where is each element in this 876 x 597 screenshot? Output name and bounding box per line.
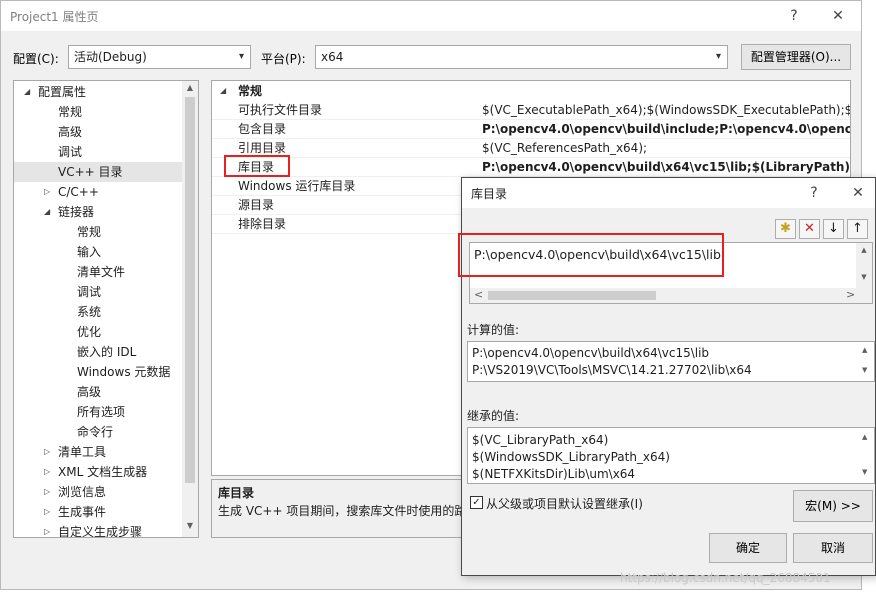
- tree-item[interactable]: ◢ 配置属性: [14, 82, 182, 102]
- collapse-icon[interactable]: ◢: [24, 82, 30, 102]
- expand-icon[interactable]: ▷: [44, 462, 50, 482]
- tree-item[interactable]: 命令行: [14, 422, 182, 442]
- scroll-up-icon[interactable]: ▲: [856, 246, 872, 254]
- dialog-title-bar[interactable]: 库目录 ? ✕: [462, 178, 875, 208]
- computed-value: P:\opencv4.0\opencv\build\x64\vc15\lib: [472, 346, 710, 360]
- help-icon[interactable]: ?: [799, 182, 829, 204]
- computed-label: 计算的值:: [467, 323, 520, 337]
- expand-icon[interactable]: ▷: [44, 482, 50, 502]
- scroll-down-icon[interactable]: ▼: [182, 521, 198, 530]
- scroll-up-icon[interactable]: ▲: [862, 433, 867, 441]
- tree-item[interactable]: ▷ C/C++: [14, 182, 182, 202]
- scroll-down-icon[interactable]: ▼: [856, 273, 872, 281]
- tree-item[interactable]: ▷ 清单工具: [14, 442, 182, 462]
- inherited-label: 继承的值:: [467, 409, 520, 423]
- description-title: 库目录: [218, 486, 255, 500]
- config-combo[interactable]: 活动(Debug) ▾: [68, 45, 251, 69]
- scroll-right-icon[interactable]: >: [846, 288, 855, 301]
- expand-icon[interactable]: ▷: [44, 442, 50, 462]
- arrow-down-icon[interactable]: ↓: [823, 219, 844, 239]
- platform-label: 平台(P):: [261, 52, 306, 66]
- dialog-title: 库目录: [471, 187, 508, 201]
- tree-item-vc-directories[interactable]: VC++ 目录: [14, 162, 182, 182]
- property-row[interactable]: 引用目录 $(VC_ReferencesPath_x64);: [212, 139, 850, 158]
- tree-item[interactable]: 所有选项: [14, 402, 182, 422]
- collapse-icon[interactable]: ◢: [44, 202, 50, 222]
- tree-item[interactable]: 系统: [14, 302, 182, 322]
- expand-icon[interactable]: ▷: [44, 182, 50, 202]
- tree-item[interactable]: 高级: [14, 122, 182, 142]
- vertical-scrollbar[interactable]: ▲ ▼: [856, 243, 872, 288]
- tree-scrollbar[interactable]: ▲ ▼: [182, 81, 198, 537]
- config-manager-button[interactable]: 配置管理器(O)...: [741, 44, 851, 70]
- inherit-checkbox-label[interactable]: 从父级或项目默认设置继承(I): [486, 495, 643, 512]
- ok-button[interactable]: 确定: [709, 533, 787, 563]
- property-tree: ◢ 配置属性 常规 高级 调试 VC++ 目录 ▷ C/C++ ◢ 链接器 常规…: [13, 80, 199, 538]
- tree-item[interactable]: ◢ 链接器: [14, 202, 182, 222]
- cancel-button[interactable]: 取消: [793, 533, 873, 563]
- tree-item[interactable]: 常规: [14, 222, 182, 242]
- expand-icon[interactable]: ▷: [44, 502, 50, 522]
- expand-icon[interactable]: ▷: [44, 522, 50, 537]
- inherited-value: $(NETFXKitsDir)Lib\um\x64: [472, 467, 636, 481]
- chevron-down-icon: ▾: [715, 51, 721, 62]
- highlight-annotation: [224, 155, 290, 177]
- tree-item[interactable]: 嵌入的 IDL: [14, 342, 182, 362]
- watermark: https://blog.csdn.net/qq_26884501: [620, 571, 831, 585]
- platform-combo-value: x64: [321, 50, 344, 64]
- config-combo-value: 活动(Debug): [74, 50, 147, 64]
- library-directories-dialog: 库目录 ? ✕ ✱ ✕ ↓ ↑ P:\opencv4.0\opencv\buil…: [458, 177, 876, 576]
- config-label: 配置(C):: [13, 52, 59, 66]
- close-icon[interactable]: ✕: [823, 5, 853, 27]
- horizontal-scrollbar[interactable]: < >: [470, 288, 872, 303]
- platform-combo[interactable]: x64 ▾: [315, 45, 728, 69]
- inherited-value: $(WindowsSDK_LibraryPath_x64): [472, 450, 670, 464]
- arrow-up-icon[interactable]: ↑: [847, 219, 868, 239]
- scroll-up-icon[interactable]: ▲: [182, 83, 198, 92]
- new-folder-icon[interactable]: ✱: [775, 219, 796, 239]
- delete-icon[interactable]: ✕: [799, 219, 820, 239]
- tree-item[interactable]: 输入: [14, 242, 182, 262]
- inherit-checkbox[interactable]: ✓: [470, 496, 483, 509]
- highlight-annotation: [458, 233, 724, 277]
- tree-item[interactable]: 高级: [14, 382, 182, 402]
- tree-item[interactable]: 调试: [14, 142, 182, 162]
- tree-item[interactable]: 调试: [14, 282, 182, 302]
- window-title: Project1 属性页: [10, 10, 99, 24]
- scroll-left-icon[interactable]: <: [474, 288, 483, 301]
- section-title: 常规: [238, 84, 263, 98]
- tree-item[interactable]: ▷ 自定义生成步骤: [14, 522, 182, 537]
- scroll-up-icon[interactable]: ▲: [862, 346, 867, 354]
- tree-item[interactable]: ▷ 生成事件: [14, 502, 182, 522]
- scroll-down-icon[interactable]: ▼: [862, 468, 867, 476]
- section-header[interactable]: ◢ 常规: [212, 81, 850, 101]
- macros-button[interactable]: 宏(M) >>: [793, 490, 873, 522]
- tree-item[interactable]: ▷ XML 文档生成器: [14, 462, 182, 482]
- tree-item[interactable]: 清单文件: [14, 262, 182, 282]
- collapse-icon[interactable]: ◢: [220, 81, 226, 101]
- tree-item[interactable]: ▷ 浏览信息: [14, 482, 182, 502]
- scroll-thumb[interactable]: [185, 97, 195, 483]
- inherited-values-list[interactable]: $(VC_LibraryPath_x64) $(WindowsSDK_Libra…: [467, 427, 875, 484]
- tree-item[interactable]: Windows 元数据: [14, 362, 182, 382]
- description-text: 生成 VC++ 项目期间，搜索库文件时使用的路: [218, 504, 467, 518]
- property-row[interactable]: 可执行文件目录 $(VC_ExecutablePath_x64);$(Windo…: [212, 101, 850, 120]
- tree-item[interactable]: 常规: [14, 102, 182, 122]
- tree-item[interactable]: 优化: [14, 322, 182, 342]
- title-bar[interactable]: Project1 属性页 ? ✕: [1, 1, 861, 31]
- close-icon[interactable]: ✕: [843, 182, 873, 204]
- property-row-library-dirs[interactable]: 库目录 P:\opencv4.0\opencv\build\x64\vc15\l…: [212, 158, 850, 177]
- chevron-down-icon: ▾: [238, 51, 244, 62]
- scroll-down-icon[interactable]: ▼: [862, 366, 867, 374]
- scroll-thumb[interactable]: [488, 291, 656, 300]
- inherited-value: $(VC_LibraryPath_x64): [472, 433, 609, 447]
- computed-values-list[interactable]: P:\opencv4.0\opencv\build\x64\vc15\lib P…: [467, 341, 875, 382]
- help-icon[interactable]: ?: [779, 5, 809, 27]
- property-row[interactable]: 包含目录 P:\opencv4.0\opencv\build\include;P…: [212, 120, 850, 139]
- computed-value: P:\VS2019\VC\Tools\MSVC\14.21.27702\lib\…: [472, 363, 752, 377]
